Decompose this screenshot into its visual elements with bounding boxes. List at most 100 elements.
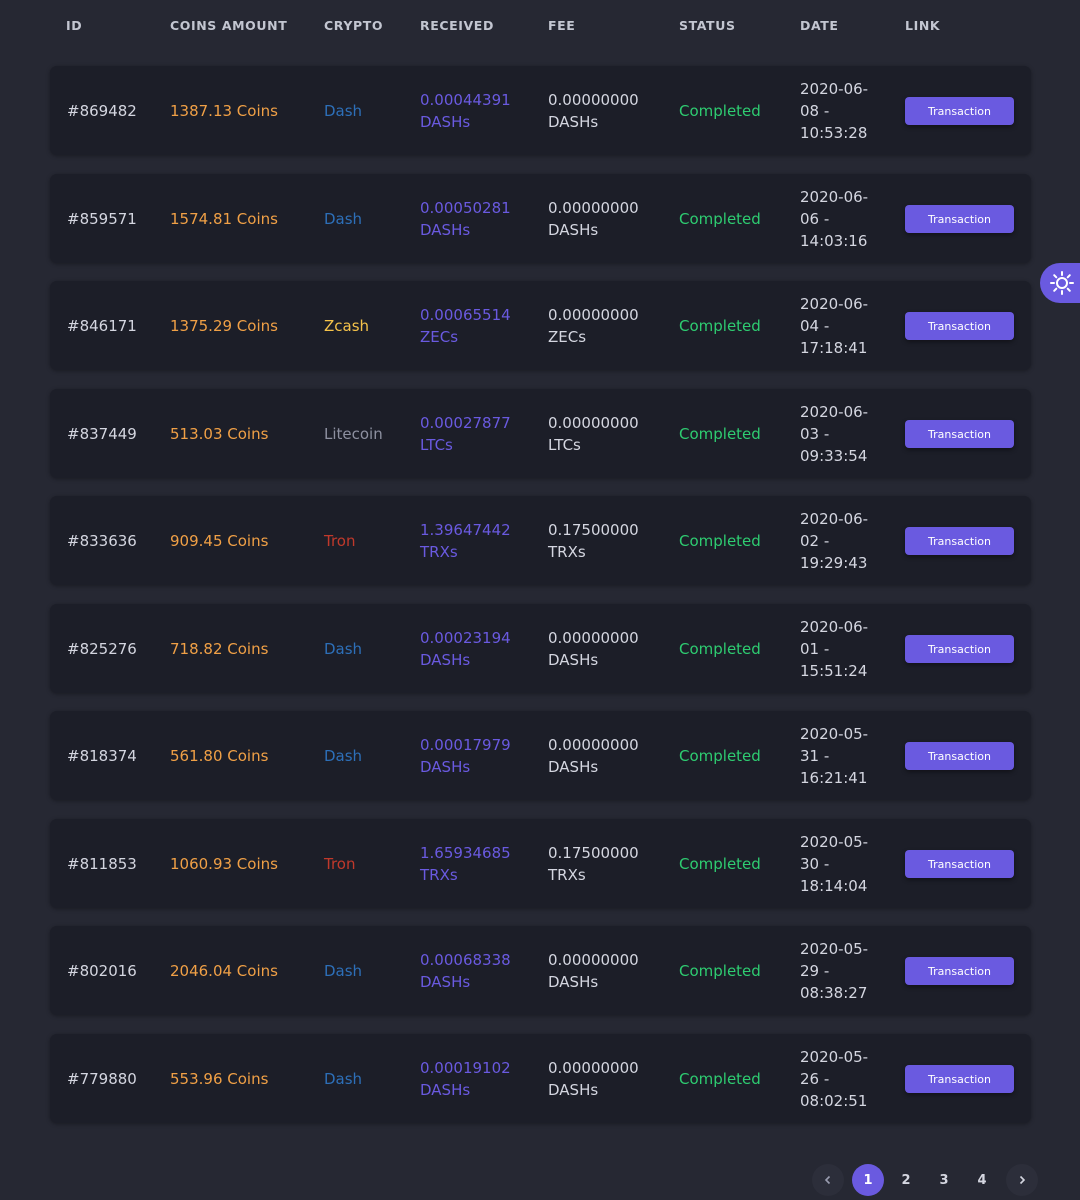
transaction-date: 2020-06- 06 - 14:03:16 [800,174,890,263]
pagination-next-button[interactable] [1006,1164,1038,1196]
fee-unit: DASHs [548,112,599,131]
theme-toggle-button[interactable] [1040,263,1080,303]
received-unit: DASHs [420,220,471,239]
pagination-page-4[interactable]: 4 [966,1164,998,1196]
transaction-date: 2020-05- 31 - 16:21:41 [800,711,890,800]
transaction-id: #833636 [67,531,137,550]
status-badge: Completed [679,531,761,550]
pagination-page-1[interactable]: 1 [852,1164,884,1196]
transaction-link-button[interactable]: Transaction [905,742,1014,770]
fee-unit: ZECs [548,327,587,346]
fee-value: 0.00000000 [548,735,639,754]
crypto-name: Dash [324,101,363,120]
fee-unit: LTCs [548,435,581,454]
date-line-3: 10:53:28 [800,123,868,142]
table-row: #825276 718.82 Coins Dash 0.00023194 DASHs 0.… [50,604,1031,693]
transaction-date: 2020-06- 02 - 19:29:43 [800,496,890,585]
transaction-date: 2020-06- 03 - 09:33:54 [800,389,890,478]
transaction-link-button[interactable]: Transaction [905,420,1014,448]
table-row: #811853 1060.93 Coins Tron 1.65934685 TRXs 0.… [50,819,1031,908]
pagination-prev-button[interactable] [812,1164,844,1196]
received-amount: 0.00017979 DASHs [420,711,530,800]
date-line-3: 16:21:41 [800,768,868,787]
fee-amount: 0.00000000 DASHs [548,926,668,1015]
transaction-date: 2020-05- 29 - 08:38:27 [800,926,890,1015]
table-row: #859571 1574.81 Coins Dash 0.00050281 DASHs 0… [50,174,1031,263]
date-line-3: 08:02:51 [800,1091,868,1110]
transaction-link-button[interactable]: Transaction [905,957,1014,985]
status-badge: Completed [679,961,761,980]
transaction-id: #811853 [67,854,137,873]
status-badge: Completed [679,424,761,443]
transaction-link-button[interactable]: Transaction [905,850,1014,878]
sun-icon [1050,271,1074,295]
coins-amount: 909.45 Coins [170,531,269,550]
date-line-2: 29 - [800,961,830,980]
transaction-link-button[interactable]: Transaction [905,312,1014,340]
date-line-1: 2020-06- [800,79,869,98]
received-amount: 1.39647442 TRXs [420,496,530,585]
transaction-date: 2020-06- 04 - 17:18:41 [800,281,890,370]
transaction-id: #859571 [67,209,137,228]
status-badge: Completed [679,1069,761,1088]
crypto-name: Dash [324,639,363,658]
table-row: #833636 909.45 Coins Tron 1.39647442 TRXs 0.1… [50,496,1031,585]
transaction-date: 2020-05- 26 - 08:02:51 [800,1034,890,1123]
crypto-name: Dash [324,746,363,765]
received-amount: 1.65934685 TRXs [420,819,530,908]
received-value: 0.00027877 [420,413,511,432]
table-row: #802016 2046.04 Coins Dash 0.00068338 DASHs 0… [50,926,1031,1015]
received-value: 0.00044391 [420,90,511,109]
date-line-3: 08:38:27 [800,983,868,1002]
transaction-id: #869482 [67,101,137,120]
transaction-link-button[interactable]: Transaction [905,527,1014,555]
pagination-page-2[interactable]: 2 [890,1164,922,1196]
date-line-1: 2020-06- [800,187,869,206]
transaction-link-button[interactable]: Transaction [905,97,1014,125]
fee-value: 0.00000000 [548,413,639,432]
transaction-link-button[interactable]: Transaction [905,205,1014,233]
received-unit: DASHs [420,757,471,776]
crypto-name: Zcash [324,316,370,335]
fee-unit: TRXs [548,542,586,561]
column-header-link: LINK [905,18,941,33]
coins-amount: 1375.29 Coins [170,316,278,335]
date-line-2: 03 - [800,424,830,443]
date-line-2: 02 - [800,531,830,550]
crypto-name: Tron [324,531,356,550]
received-unit: TRXs [420,865,458,884]
fee-amount: 0.17500000 TRXs [548,496,668,585]
fee-amount: 0.00000000 DASHs [548,1034,668,1123]
received-unit: LTCs [420,435,453,454]
date-line-1: 2020-06- [800,294,869,313]
transaction-link-button[interactable]: Transaction [905,635,1014,663]
status-badge: Completed [679,316,761,335]
coins-amount: 1574.81 Coins [170,209,278,228]
fee-amount: 0.17500000 TRXs [548,819,668,908]
date-line-1: 2020-06- [800,617,869,636]
fee-unit: TRXs [548,865,586,884]
fee-amount: 0.00000000 DASHs [548,66,668,155]
received-unit: TRXs [420,542,458,561]
fee-value: 0.17500000 [548,843,639,862]
received-amount: 0.00044391 DASHs [420,66,530,155]
column-header-crypto: CRYPTO [324,18,384,33]
table-row: #869482 1387.13 Coins Dash 0.00044391 DASHs 0… [50,66,1031,155]
transaction-id: #825276 [67,639,137,658]
transaction-link-button[interactable]: Transaction [905,1065,1014,1093]
coins-amount: 561.80 Coins [170,746,269,765]
received-amount: 0.00023194 DASHs [420,604,530,693]
coins-amount: 513.03 Coins [170,424,269,443]
status-badge: Completed [679,746,761,765]
table-header: ID COINS AMOUNT CRYPTO RECEIVED FEE STAT… [0,18,1080,38]
table-row: #818374 561.80 Coins Dash 0.00017979 DASHs 0.… [50,711,1031,800]
date-line-2: 30 - [800,854,830,873]
fee-amount: 0.00000000 ZECs [548,281,668,370]
date-line-1: 2020-05- [800,832,869,851]
fee-unit: DASHs [548,972,599,991]
pagination-page-3[interactable]: 3 [928,1164,960,1196]
table-row: #779880 553.96 Coins Dash 0.00019102 DASHs 0.… [50,1034,1031,1123]
column-header-fee: FEE [548,18,576,33]
received-unit: DASHs [420,112,471,131]
received-amount: 0.00068338 DASHs [420,926,530,1015]
